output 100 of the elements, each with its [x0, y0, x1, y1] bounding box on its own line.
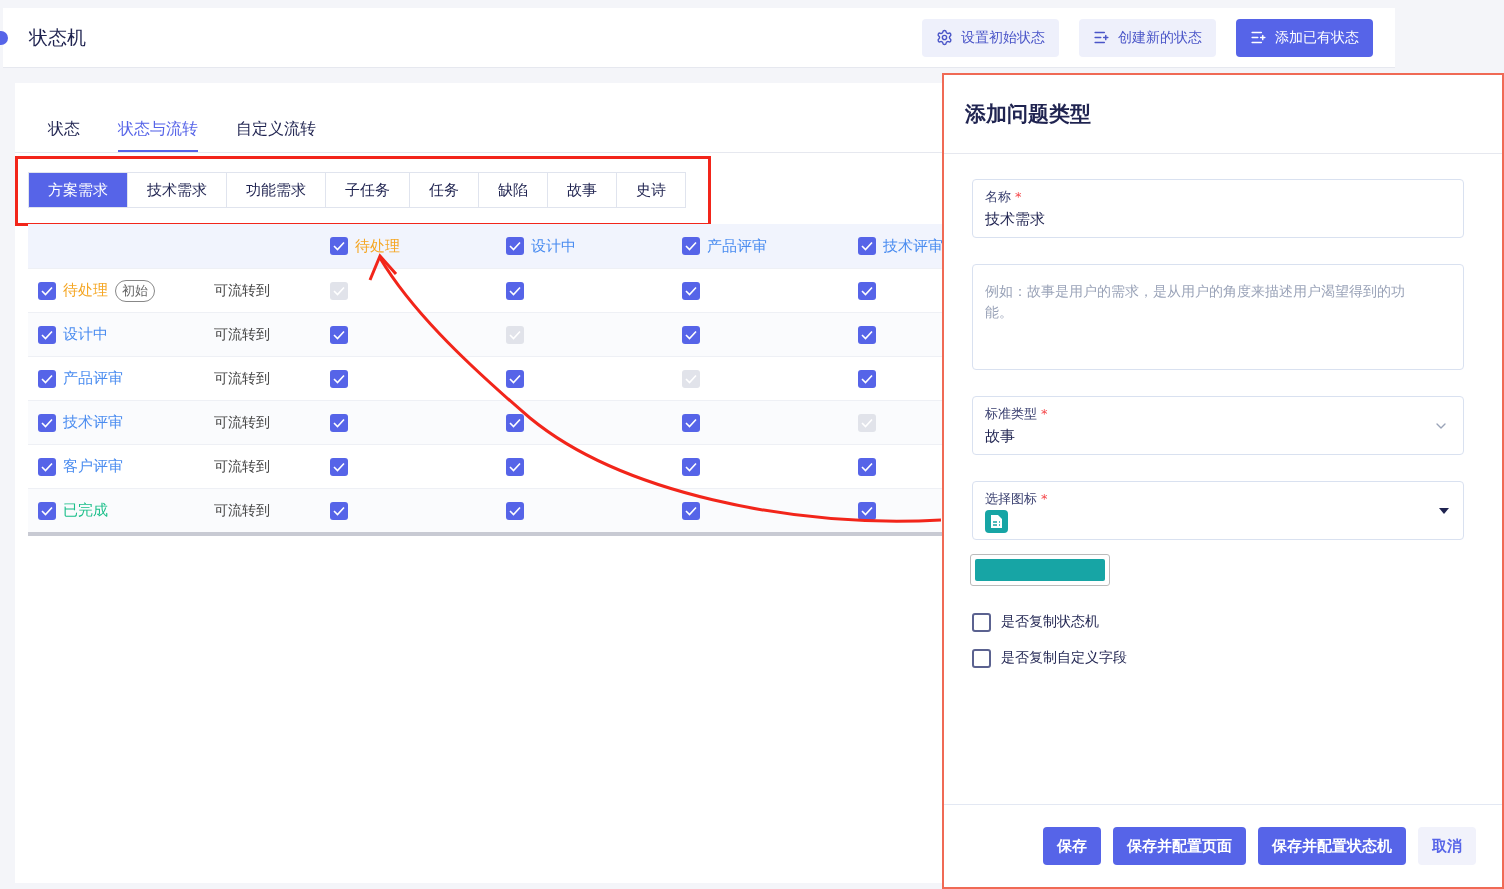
checkbox[interactable]: [858, 501, 876, 520]
state-label: 技术评审: [63, 413, 123, 432]
checkbox[interactable]: [858, 281, 876, 300]
issue-type-tab[interactable]: 故事: [547, 172, 617, 208]
checkbox[interactable]: [330, 325, 348, 344]
check-icon: [333, 373, 345, 384]
checkbox[interactable]: [506, 281, 524, 300]
check-icon: [861, 241, 873, 251]
footer-button[interactable]: 保存: [1043, 827, 1101, 865]
transition-label: 可流转到: [214, 413, 270, 432]
check-icon: [509, 241, 521, 251]
drawer-title: 添加问题类型: [944, 75, 1502, 154]
check-icon: [685, 329, 697, 340]
footer-button[interactable]: 保存并配置页面: [1113, 827, 1246, 865]
checkbox[interactable]: [38, 369, 56, 388]
checkbox-label: 是否复制状态机: [1001, 613, 1099, 631]
required-mark: *: [1041, 406, 1048, 421]
checkbox[interactable]: [38, 413, 56, 432]
checkbox[interactable]: [682, 413, 700, 432]
settings-icon: [936, 29, 953, 46]
check-icon: [509, 329, 521, 340]
checkbox[interactable]: [330, 501, 348, 520]
checkbox[interactable]: [682, 325, 700, 344]
check-icon: [41, 417, 53, 428]
list-add-icon: [1250, 29, 1267, 46]
icon-select[interactable]: 选择图标 *: [972, 481, 1464, 540]
field-value: 故事: [985, 427, 1016, 446]
checkbox[interactable]: [682, 281, 700, 300]
check-icon: [333, 505, 345, 516]
transition-label: 可流转到: [214, 325, 270, 344]
page-title: 状态机: [29, 24, 87, 50]
checkbox[interactable]: [682, 237, 700, 255]
required-mark: *: [1041, 491, 1048, 506]
tab[interactable]: 状态与流转: [118, 113, 198, 152]
checkbox[interactable]: [330, 369, 348, 388]
check-icon: [333, 417, 345, 428]
transition-label: 可流转到: [214, 457, 270, 476]
name-field[interactable]: 名称 * 技术需求: [972, 179, 1464, 238]
check-icon: [685, 417, 697, 428]
footer-button[interactable]: 保存并配置状态机: [1258, 827, 1406, 865]
header-button[interactable]: 设置初始状态: [922, 18, 1059, 57]
check-icon: [41, 373, 53, 384]
check-icon: [861, 417, 873, 428]
tab[interactable]: 状态: [48, 113, 80, 152]
check-icon: [509, 417, 521, 428]
check-icon: [685, 461, 697, 472]
checkbox[interactable]: [38, 281, 56, 300]
checkbox[interactable]: [506, 457, 524, 476]
checkbox[interactable]: [38, 325, 56, 344]
field-label: 标准类型 *: [985, 405, 1049, 423]
header-button[interactable]: 创建新的状态: [1079, 18, 1216, 57]
header-button[interactable]: 添加已有状态: [1236, 18, 1373, 57]
checkbox[interactable]: [38, 457, 56, 476]
check-icon: [333, 241, 345, 251]
checkbox[interactable]: [682, 457, 700, 476]
checkbox[interactable]: [330, 237, 348, 255]
caret-down-icon: [1439, 507, 1449, 514]
checkbox[interactable]: [506, 413, 524, 432]
checkbox[interactable]: [858, 369, 876, 388]
check-icon: [509, 373, 521, 384]
checkbox[interactable]: [506, 369, 524, 388]
issue-type-tab[interactable]: 功能需求: [226, 172, 326, 208]
check-icon: [41, 329, 53, 340]
checkbox[interactable]: [858, 325, 876, 344]
checkbox[interactable]: [682, 501, 700, 520]
checkbox[interactable]: [330, 457, 348, 476]
check-icon: [861, 505, 873, 516]
list-add-icon: [1093, 29, 1110, 46]
checkbox[interactable]: [38, 501, 56, 520]
checkbox-label: 是否复制自定义字段: [1001, 649, 1127, 667]
checkbox[interactable]: [972, 612, 991, 632]
field-label: 选择图标 *: [985, 490, 1049, 508]
check-icon: [685, 285, 697, 296]
checkbox[interactable]: [972, 648, 991, 668]
state-label: 待处理: [63, 281, 108, 300]
issue-type-tab[interactable]: 缺陷: [478, 172, 548, 208]
standard-type-select[interactable]: 标准类型 * 故事: [972, 396, 1464, 455]
checkbox[interactable]: [506, 501, 524, 520]
issue-type-tab[interactable]: 子任务: [325, 172, 410, 208]
issue-type-tab[interactable]: 技术需求: [127, 172, 227, 208]
checkbox[interactable]: [506, 237, 524, 255]
check-icon: [685, 505, 697, 516]
tab[interactable]: 自定义流转: [236, 113, 316, 152]
check-icon: [685, 373, 697, 384]
issue-type-tab[interactable]: 任务: [409, 172, 479, 208]
state-label: 设计中: [63, 325, 108, 344]
state-label: 产品评审: [63, 369, 123, 388]
issue-type-tab[interactable]: 史诗: [616, 172, 686, 208]
checkbox[interactable]: [858, 237, 876, 255]
issue-type-tab[interactable]: 方案需求: [28, 172, 128, 208]
transition-label: 可流转到: [214, 369, 270, 388]
footer-button[interactable]: 取消: [1418, 827, 1476, 865]
check-icon: [861, 329, 873, 340]
checkbox[interactable]: [330, 413, 348, 432]
check-icon: [333, 329, 345, 340]
checkbox[interactable]: [858, 457, 876, 476]
column-header: 设计中: [531, 236, 576, 256]
check-icon: [861, 373, 873, 384]
column-header: 产品评审: [707, 236, 767, 256]
description-field[interactable]: 例如：故事是用户的需求，是从用户的角度来描述用户渴望得到的功能。: [972, 264, 1464, 370]
